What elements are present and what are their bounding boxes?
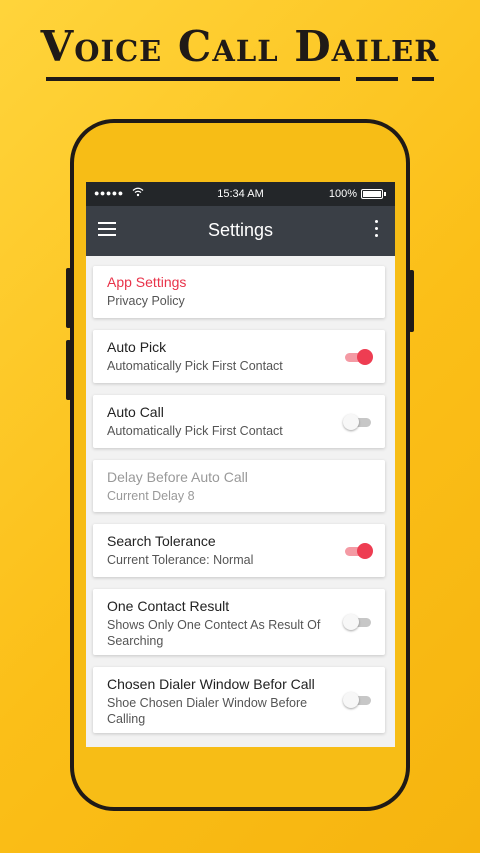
one-contact-result-toggle[interactable] <box>343 614 373 630</box>
setting-subtitle: Automatically Pick First Contact <box>107 359 283 373</box>
title-underline-dash <box>412 77 434 81</box>
phone-side-button <box>66 268 71 328</box>
chosen-dialer-window-toggle[interactable] <box>343 692 373 708</box>
setting-subtitle: Current Tolerance: Normal <box>107 553 254 567</box>
phone-side-button <box>409 270 414 332</box>
phone-side-button <box>66 340 71 400</box>
setting-title: Auto Pick <box>107 339 167 355</box>
page-title: Settings <box>207 220 274 240</box>
setting-delay-before-auto-call[interactable]: Delay Before Auto Call Current Delay 8 <box>93 460 385 512</box>
setting-app-settings[interactable]: App Settings Privacy Policy <box>93 266 385 318</box>
setting-title: Delay Before Auto Call <box>107 469 248 485</box>
setting-chosen-dialer-window[interactable]: Chosen Dialer Window Befor Call Shoe Cho… <box>93 667 385 733</box>
setting-subtitle: Shows Only One Contect As Result Of Sear… <box>107 618 321 648</box>
search-tolerance-toggle[interactable] <box>343 543 373 559</box>
setting-subtitle: Automatically Pick First Contact <box>107 424 283 438</box>
setting-title: Chosen Dialer Window Befor Call <box>107 676 315 692</box>
setting-subtitle: Privacy Policy <box>107 294 185 308</box>
setting-auto-pick[interactable]: Auto Pick Automatically Pick First Conta… <box>93 330 385 383</box>
setting-auto-call[interactable]: Auto Call Automatically Pick First Conta… <box>93 395 385 448</box>
setting-subtitle: Current Delay 8 <box>107 489 195 503</box>
status-bar: ●●●●● 15:34 AM 100% <box>86 182 395 206</box>
phone-screen: ●●●●● 15:34 AM 100% Settings App Setting… <box>86 182 395 747</box>
setting-title: App Settings <box>107 274 187 290</box>
auto-call-toggle[interactable] <box>343 414 373 430</box>
setting-title: Auto Call <box>107 404 164 420</box>
battery-icon <box>361 189 386 199</box>
setting-one-contact-result[interactable]: One Contact Result Shows Only One Contec… <box>93 589 385 655</box>
battery-percent: 100% <box>328 188 357 200</box>
promo-title: Voice Call Dailer <box>40 22 440 71</box>
auto-pick-toggle[interactable] <box>343 349 373 365</box>
setting-title: One Contact Result <box>107 598 230 614</box>
title-underline-dash <box>356 77 398 81</box>
title-underline <box>46 77 340 81</box>
setting-search-tolerance[interactable]: Search Tolerance Current Tolerance: Norm… <box>93 524 385 577</box>
more-options-icon[interactable] <box>373 220 379 242</box>
setting-title: Search Tolerance <box>107 533 216 549</box>
app-bar: Settings <box>86 206 395 256</box>
setting-subtitle: Shoe Chosen Dialer Window Before Calling <box>107 696 308 726</box>
